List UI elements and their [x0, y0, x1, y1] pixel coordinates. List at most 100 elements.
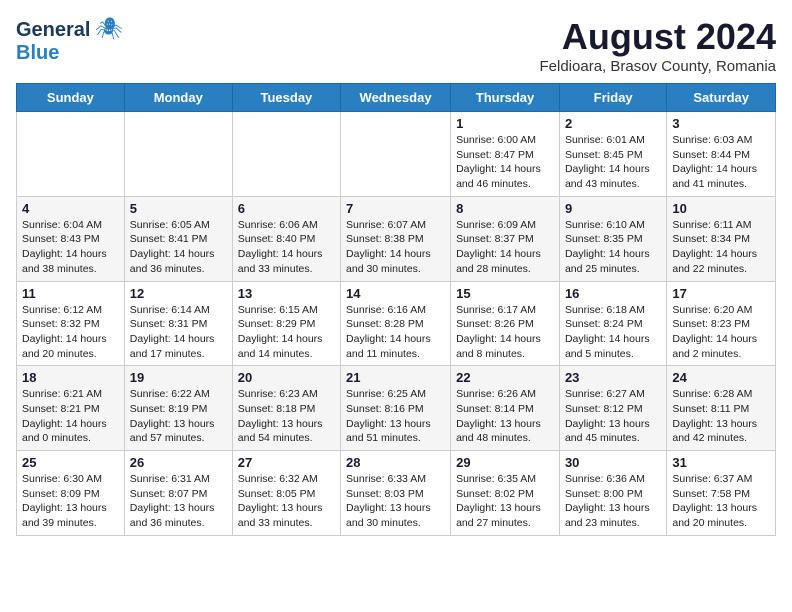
calendar-table: SundayMondayTuesdayWednesdayThursdayFrid… [16, 83, 776, 536]
day-number: 30 [565, 455, 661, 470]
day-info: Sunrise: 6:20 AM Sunset: 8:23 PM Dayligh… [672, 303, 770, 362]
day-info: Sunrise: 6:04 AM Sunset: 8:43 PM Dayligh… [22, 218, 119, 277]
calendar-cell: 23 Sunrise: 6:27 AM Sunset: 8:12 PM Dayli… [559, 366, 666, 451]
day-number: 24 [672, 370, 770, 385]
calendar-cell: 21 Sunrise: 6:25 AM Sunset: 8:16 PM Dayli… [341, 366, 451, 451]
calendar-cell: 29 Sunrise: 6:35 AM Sunset: 8:02 PM Dayli… [451, 451, 560, 536]
week-row-2: 4 Sunrise: 6:04 AM Sunset: 8:43 PM Daylig… [17, 196, 776, 281]
day-info: Sunrise: 6:28 AM Sunset: 8:11 PM Dayligh… [672, 387, 770, 446]
day-number: 29 [456, 455, 554, 470]
logo-blue-text: Blue [16, 42, 59, 65]
calendar-cell: 22Sunrise: 6:26 AM Sunset: 8:14 PM Dayli… [451, 366, 560, 451]
day-number: 7 [346, 201, 445, 216]
day-number: 15 [456, 286, 554, 301]
day-number: 21 [346, 370, 445, 385]
day-number: 1 [456, 116, 554, 131]
day-number: 26 [130, 455, 227, 470]
days-header-row: SundayMondayTuesdayWednesdayThursdayFrid… [17, 84, 776, 112]
day-info: Sunrise: 6:12 AM Sunset: 8:32 PM Dayligh… [22, 303, 119, 362]
calendar-cell: 8 Sunrise: 6:09 AM Sunset: 8:37 PM Daylig… [451, 196, 560, 281]
day-info: Sunrise: 6:06 AM Sunset: 8:40 PM Dayligh… [238, 218, 335, 277]
day-number: 25 [22, 455, 119, 470]
day-number: 18 [22, 370, 119, 385]
day-info: Sunrise: 6:07 AM Sunset: 8:38 PM Dayligh… [346, 218, 445, 277]
day-info: Sunrise: 6:11 AM Sunset: 8:34 PM Dayligh… [672, 218, 770, 277]
calendar-cell: 13 Sunrise: 6:15 AM Sunset: 8:29 PM Dayli… [232, 281, 340, 366]
title-area: August 2024 Feldioara, Brasov County, Ro… [540, 16, 777, 75]
day-info: Sunrise: 6:31 AM Sunset: 8:07 PM Dayligh… [130, 472, 227, 531]
day-number: 16 [565, 286, 661, 301]
calendar-cell: 2 Sunrise: 6:01 AM Sunset: 8:45 PM Daylig… [559, 112, 666, 197]
day-number: 6 [238, 201, 335, 216]
day-info: Sunrise: 6:18 AM Sunset: 8:24 PM Dayligh… [565, 303, 661, 362]
day-number: 23 [565, 370, 661, 385]
day-info: Sunrise: 6:37 AM Sunset: 7:58 PM Dayligh… [672, 472, 770, 531]
day-number: 11 [22, 286, 119, 301]
day-number: 13 [238, 286, 335, 301]
day-info: Sunrise: 6:16 AM Sunset: 8:28 PM Dayligh… [346, 303, 445, 362]
day-info: Sunrise: 6:30 AM Sunset: 8:09 PM Dayligh… [22, 472, 119, 531]
calendar-cell: 18 Sunrise: 6:21 AM Sunset: 8:21 PM Dayli… [17, 366, 125, 451]
day-info: Sunrise: 6:27 AM Sunset: 8:12 PM Dayligh… [565, 387, 661, 446]
calendar-cell: 1 Sunrise: 6:00 AM Sunset: 8:47 PM Daylig… [451, 112, 560, 197]
day-info: Sunrise: 6:00 AM Sunset: 8:47 PM Dayligh… [456, 133, 554, 192]
day-number: 8 [456, 201, 554, 216]
week-row-5: 25 Sunrise: 6:30 AM Sunset: 8:09 PM Dayli… [17, 451, 776, 536]
logo: General 🕷 Blue [16, 16, 123, 65]
day-info: Sunrise: 6:23 AM Sunset: 8:18 PM Dayligh… [238, 387, 335, 446]
day-info: Sunrise: 6:21 AM Sunset: 8:21 PM Dayligh… [22, 387, 119, 446]
day-number: 12 [130, 286, 227, 301]
day-number: 14 [346, 286, 445, 301]
day-info: Sunrise: 6:14 AM Sunset: 8:31 PM Dayligh… [130, 303, 227, 362]
page-header: General 🕷 Blue August 2024 Feldioara, Br… [16, 16, 776, 75]
day-info: Sunrise: 6:17 AM Sunset: 8:26 PM Dayligh… [456, 303, 554, 362]
day-info: Sunrise: 6:03 AM Sunset: 8:44 PM Dayligh… [672, 133, 770, 192]
calendar-cell: 10Sunrise: 6:11 AM Sunset: 8:34 PM Dayli… [667, 196, 776, 281]
calendar-cell: 17 Sunrise: 6:20 AM Sunset: 8:23 PM Dayli… [667, 281, 776, 366]
day-number: 4 [22, 201, 119, 216]
calendar-cell [124, 112, 232, 197]
week-row-3: 11 Sunrise: 6:12 AM Sunset: 8:32 PM Dayli… [17, 281, 776, 366]
day-number: 9 [565, 201, 661, 216]
day-header-sunday: Sunday [17, 84, 125, 112]
day-info: Sunrise: 6:35 AM Sunset: 8:02 PM Dayligh… [456, 472, 554, 531]
calendar-cell: 15 Sunrise: 6:17 AM Sunset: 8:26 PM Dayli… [451, 281, 560, 366]
calendar-cell: 25 Sunrise: 6:30 AM Sunset: 8:09 PM Dayli… [17, 451, 125, 536]
day-number: 5 [130, 201, 227, 216]
day-info: Sunrise: 6:15 AM Sunset: 8:29 PM Dayligh… [238, 303, 335, 362]
day-number: 28 [346, 455, 445, 470]
week-row-1: 1 Sunrise: 6:00 AM Sunset: 8:47 PM Daylig… [17, 112, 776, 197]
calendar-cell: 27Sunrise: 6:32 AM Sunset: 8:05 PM Dayli… [232, 451, 340, 536]
calendar-cell: 16 Sunrise: 6:18 AM Sunset: 8:24 PM Dayli… [559, 281, 666, 366]
day-header-wednesday: Wednesday [341, 84, 451, 112]
logo-bird-icon: 🕷 [95, 16, 123, 41]
day-header-saturday: Saturday [667, 84, 776, 112]
calendar-cell: 6 Sunrise: 6:06 AM Sunset: 8:40 PM Daylig… [232, 196, 340, 281]
day-info: Sunrise: 6:36 AM Sunset: 8:00 PM Dayligh… [565, 472, 661, 531]
day-header-thursday: Thursday [451, 84, 560, 112]
day-info: Sunrise: 6:09 AM Sunset: 8:37 PM Dayligh… [456, 218, 554, 277]
calendar-cell: 24 Sunrise: 6:28 AM Sunset: 8:11 PM Dayli… [667, 366, 776, 451]
day-number: 20 [238, 370, 335, 385]
month-year-title: August 2024 [540, 16, 777, 58]
calendar-cell: 20 Sunrise: 6:23 AM Sunset: 8:18 PM Dayli… [232, 366, 340, 451]
day-number: 19 [130, 370, 227, 385]
calendar-cell: 7 Sunrise: 6:07 AM Sunset: 8:38 PM Daylig… [341, 196, 451, 281]
calendar-cell: 28 Sunrise: 6:33 AM Sunset: 8:03 PM Dayli… [341, 451, 451, 536]
day-info: Sunrise: 6:26 AM Sunset: 8:14 PM Dayligh… [456, 387, 554, 446]
day-number: 2 [565, 116, 661, 131]
day-info: Sunrise: 6:33 AM Sunset: 8:03 PM Dayligh… [346, 472, 445, 531]
day-info: Sunrise: 6:25 AM Sunset: 8:16 PM Dayligh… [346, 387, 445, 446]
day-info: Sunrise: 6:05 AM Sunset: 8:41 PM Dayligh… [130, 218, 227, 277]
calendar-cell: 5 Sunrise: 6:05 AM Sunset: 8:41 PM Daylig… [124, 196, 232, 281]
week-row-4: 18 Sunrise: 6:21 AM Sunset: 8:21 PM Dayli… [17, 366, 776, 451]
day-info: Sunrise: 6:01 AM Sunset: 8:45 PM Dayligh… [565, 133, 661, 192]
logo-general: General 🕷 [16, 16, 123, 42]
calendar-cell: 19Sunrise: 6:22 AM Sunset: 8:19 PM Dayli… [124, 366, 232, 451]
day-info: Sunrise: 6:10 AM Sunset: 8:35 PM Dayligh… [565, 218, 661, 277]
day-number: 17 [672, 286, 770, 301]
calendar-cell: 3Sunrise: 6:03 AM Sunset: 8:44 PM Daylig… [667, 112, 776, 197]
calendar-cell: 31Sunrise: 6:37 AM Sunset: 7:58 PM Dayli… [667, 451, 776, 536]
day-header-tuesday: Tuesday [232, 84, 340, 112]
calendar-cell [232, 112, 340, 197]
